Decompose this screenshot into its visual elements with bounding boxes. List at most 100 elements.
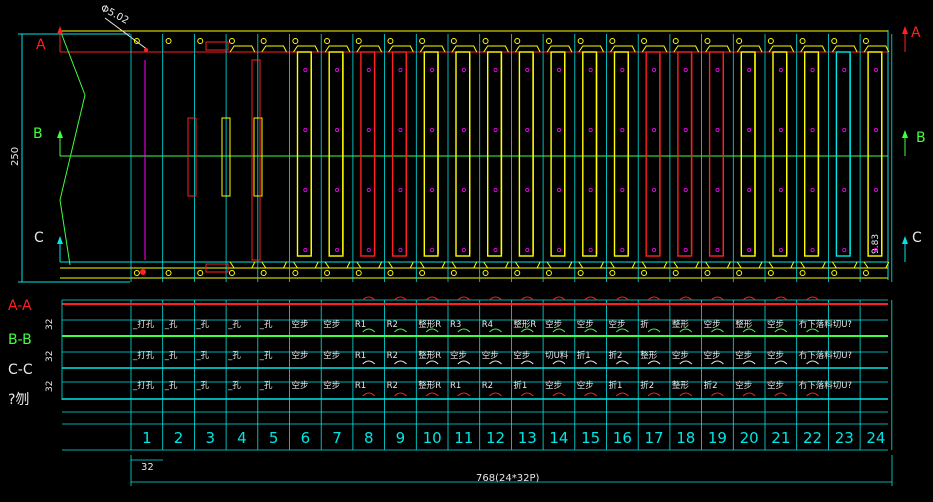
part-hole: [683, 187, 688, 192]
station-number: 22: [803, 429, 822, 447]
part-hole: [556, 247, 561, 252]
strip-notch-bottom: [546, 261, 573, 269]
section-arrow-head: [57, 130, 63, 138]
part-hole: [588, 68, 593, 73]
station-number: 12: [486, 429, 505, 447]
strip-notch-bottom: [514, 261, 541, 269]
pilot-hole: [228, 270, 235, 276]
part-hole: [873, 187, 878, 192]
pilot-hole: [419, 270, 426, 276]
pilot-hole: [704, 38, 711, 44]
section-profile: [489, 360, 502, 365]
strip-notch-bottom: [705, 261, 731, 269]
row-pitch-1: 32: [45, 319, 55, 330]
strip-notch-top: [768, 45, 795, 53]
station-number: 15: [581, 429, 600, 447]
operation-label-cc: R1: [450, 381, 461, 391]
pilot-hole: [799, 270, 806, 276]
strip-notch-top: [293, 45, 319, 53]
strip-layout-drawing: Φ5.02 250 9.83 32 768(24*32P) A A B B C …: [8, 3, 926, 486]
pilot-hole: [799, 38, 806, 44]
pilot-hole: [387, 270, 394, 276]
operation-label-bb: 空步: [292, 350, 309, 361]
part-hole: [620, 187, 625, 192]
strip-notch-top: [705, 45, 731, 53]
operation-label-aa: 整形: [672, 319, 690, 330]
section-profile: [489, 392, 502, 397]
pilot-hole: [577, 38, 584, 44]
operation-label-aa: R4: [482, 320, 493, 330]
pilot-hole: [197, 38, 204, 44]
pilot-hole: [767, 38, 774, 44]
part-hole: [366, 187, 371, 192]
formed-part: [677, 51, 693, 257]
operation-label-cc: _孔: [195, 381, 209, 391]
pilot-hole: [260, 270, 267, 276]
formed-part: [867, 51, 883, 257]
formed-part: [360, 51, 376, 257]
section-profile: [774, 392, 788, 397]
station-number: 10: [423, 429, 442, 447]
section-arrow-head: [57, 26, 63, 34]
strip-notch-top: [800, 45, 826, 53]
pilot-hole: [514, 270, 521, 276]
part-hole: [778, 247, 783, 252]
part-hole: [493, 127, 498, 132]
formed-part: [708, 51, 724, 257]
pilot-hole: [736, 270, 743, 276]
pilot-hole: [387, 38, 394, 44]
part-hole: [461, 187, 466, 192]
part-hole: [556, 187, 561, 192]
operation-label-bb: 切U料: [545, 350, 569, 361]
part-hole: [366, 127, 371, 132]
operation-label-cc: _孔: [227, 381, 241, 391]
operation-label-bb: _孔: [227, 351, 241, 361]
strip-notch-top: [356, 45, 383, 53]
pilot-hole: [228, 38, 235, 44]
strip-notch-bottom: [483, 261, 509, 269]
section-profile: [615, 392, 629, 397]
station-number: 5: [269, 429, 279, 447]
section-profile: [647, 360, 661, 365]
part-hole: [556, 127, 561, 132]
pilot-hole: [862, 270, 869, 276]
operation-label-aa: _孔: [164, 320, 178, 330]
operation-label-bb: R2: [387, 351, 398, 361]
part-hole: [335, 247, 340, 252]
height-dimension: 250: [10, 147, 21, 166]
strip-notch-bottom: [261, 261, 287, 269]
part-hole: [430, 247, 435, 252]
part-hole: [366, 247, 371, 252]
section-profile: [457, 392, 471, 397]
part-hole: [778, 68, 783, 73]
strip-notch-bottom: [578, 261, 604, 269]
section-profile: [711, 360, 724, 365]
part-hole: [398, 127, 403, 132]
part-hole: [747, 68, 752, 73]
part-hole: [588, 127, 593, 132]
operation-label-bb: _打孔: [132, 350, 155, 361]
section-profile: [520, 296, 534, 301]
pilot-hole: [862, 38, 869, 44]
pilot-hole: [419, 38, 426, 44]
pilot-hole: [355, 38, 362, 44]
operation-label-cc: _打孔: [132, 380, 155, 391]
strip-notch-bottom: [229, 261, 256, 269]
part-hole: [588, 247, 593, 252]
part-hole: [303, 247, 308, 252]
station-number: 19: [708, 429, 727, 447]
part-hole: [525, 247, 530, 252]
section-profile: [615, 360, 629, 365]
operation-label-bb: 空步: [767, 350, 784, 361]
section-profile: [584, 392, 598, 397]
operation-label-aa: _打孔: [132, 319, 155, 330]
row-pitch-3: 32: [45, 381, 55, 392]
station-number: 16: [613, 429, 632, 447]
section-profile: [584, 360, 598, 365]
section-arrow-head: [57, 236, 63, 244]
section-profile: [489, 296, 502, 301]
formed-part: [296, 51, 312, 257]
station-number: 6: [301, 429, 311, 447]
part-hole: [810, 127, 815, 132]
station-number: 7: [332, 429, 342, 447]
